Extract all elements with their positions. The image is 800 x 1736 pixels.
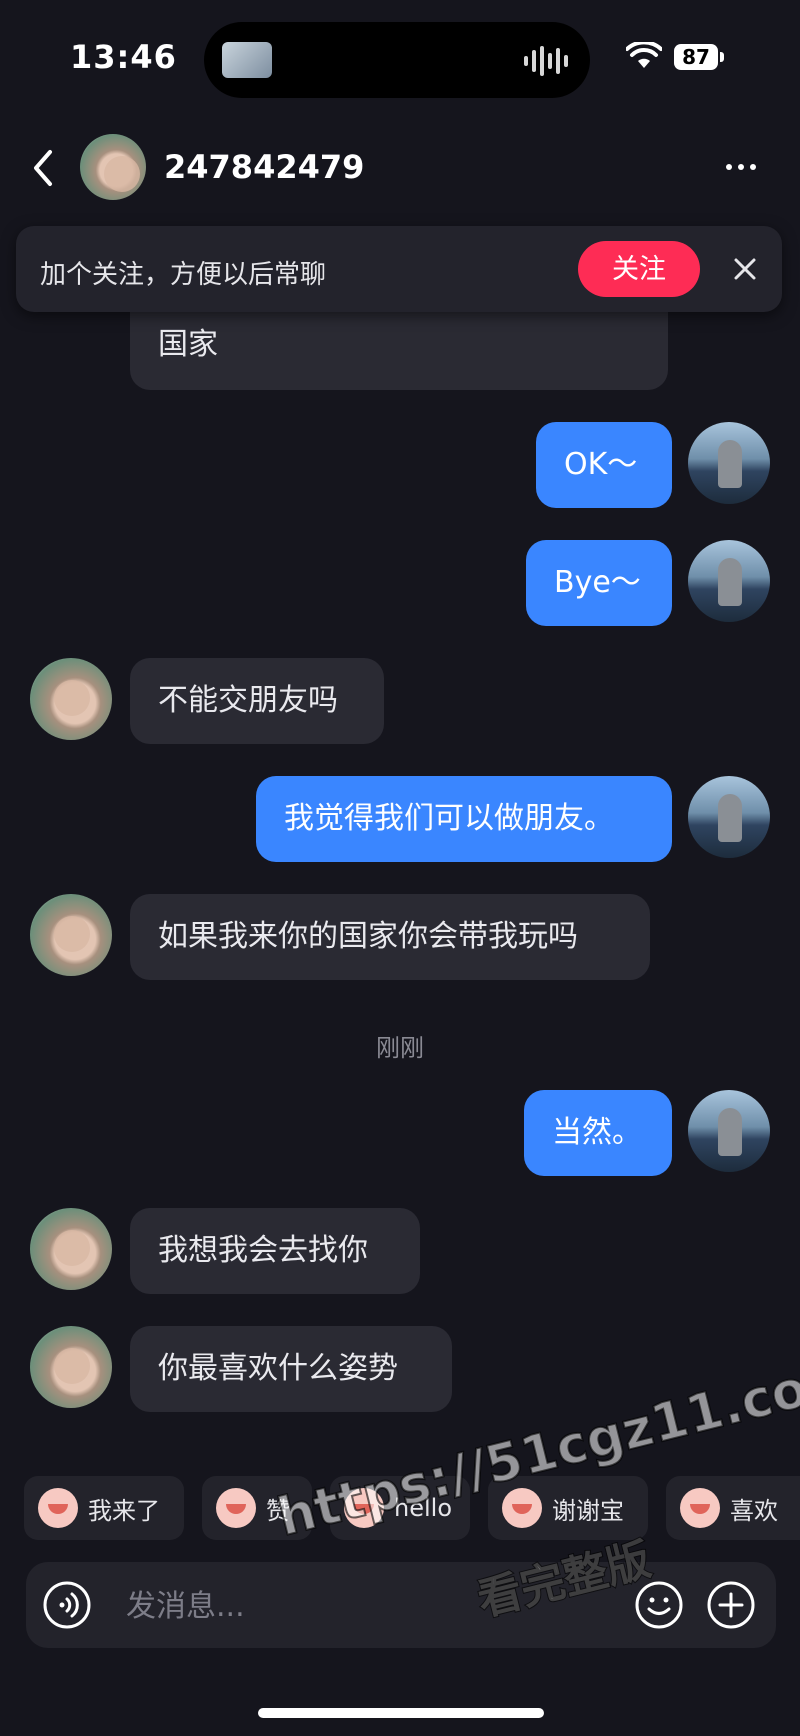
- quick-reply-label: 我来了: [88, 1496, 160, 1525]
- sticker-icon: [502, 1488, 542, 1528]
- follow-button[interactable]: 关注: [578, 241, 700, 297]
- close-icon[interactable]: [728, 252, 762, 286]
- follow-banner: 加个关注，方便以后常聊 关注: [16, 226, 782, 312]
- quick-reply-label: 谢谢宝: [552, 1496, 624, 1525]
- contact-avatar[interactable]: [30, 1326, 112, 1408]
- sticker-icon: [216, 1488, 256, 1528]
- quick-reply-chip[interactable]: 我来了: [24, 1476, 184, 1540]
- message-bubble-out[interactable]: 当然。: [524, 1090, 672, 1176]
- message-bubble-out[interactable]: OK～: [536, 422, 672, 508]
- message-text: 我觉得我们可以做朋友。: [284, 801, 614, 836]
- my-avatar[interactable]: [688, 540, 770, 622]
- message-bubble-out[interactable]: 我觉得我们可以做朋友。: [256, 776, 672, 862]
- sticker-icon: [680, 1488, 720, 1528]
- message-text: 如果我来你的国家你会带我玩吗: [158, 919, 578, 954]
- message-bubble-out[interactable]: Bye～: [526, 540, 672, 626]
- follow-banner-text: 加个关注，方便以后常聊: [40, 260, 327, 290]
- contact-id-title[interactable]: 247842479: [164, 148, 364, 186]
- message-text: Bye～: [554, 565, 641, 600]
- back-icon[interactable]: [30, 148, 54, 188]
- message-text: 我想我会去找你: [158, 1233, 368, 1268]
- message-bubble-in[interactable]: 你最喜欢什么姿势: [130, 1326, 452, 1412]
- message-text: OK～: [564, 447, 638, 482]
- audio-wave-icon: [524, 46, 568, 76]
- voice-input-icon[interactable]: [42, 1580, 92, 1630]
- time-separator: 刚刚: [376, 1034, 424, 1062]
- message-input-bar: [26, 1562, 776, 1650]
- contact-avatar[interactable]: [30, 894, 112, 976]
- contact-avatar[interactable]: [80, 134, 146, 200]
- contact-avatar[interactable]: [30, 658, 112, 740]
- wifi-icon: [626, 42, 662, 68]
- message-text: 不能交朋友吗: [158, 683, 338, 718]
- message-bubble-in[interactable]: 如果我来你的国家你会带我玩吗: [130, 894, 650, 980]
- plus-icon[interactable]: [706, 1580, 756, 1630]
- status-time: 13:46: [70, 38, 177, 76]
- more-options-icon[interactable]: [726, 164, 756, 170]
- message-bubble-in[interactable]: 我想我会去找你: [130, 1208, 420, 1294]
- message-text: 国家: [158, 327, 218, 362]
- quick-reply-label: 喜欢: [730, 1496, 778, 1525]
- battery-indicator: 87: [674, 44, 718, 70]
- battery-tip: [720, 52, 724, 62]
- dynamic-island: [204, 22, 590, 98]
- my-avatar[interactable]: [688, 776, 770, 858]
- message-bubble-in[interactable]: 不能交朋友吗: [130, 658, 384, 744]
- contact-avatar[interactable]: [30, 1208, 112, 1290]
- my-avatar[interactable]: [688, 422, 770, 504]
- message-text: 你最喜欢什么姿势: [158, 1351, 398, 1386]
- sticker-icon: [38, 1488, 78, 1528]
- now-playing-thumbnail: [222, 42, 272, 78]
- my-avatar[interactable]: [688, 1090, 770, 1172]
- home-indicator[interactable]: [258, 1708, 544, 1718]
- message-text: 当然。: [552, 1115, 642, 1150]
- quick-reply-chip[interactable]: 喜欢: [666, 1476, 800, 1540]
